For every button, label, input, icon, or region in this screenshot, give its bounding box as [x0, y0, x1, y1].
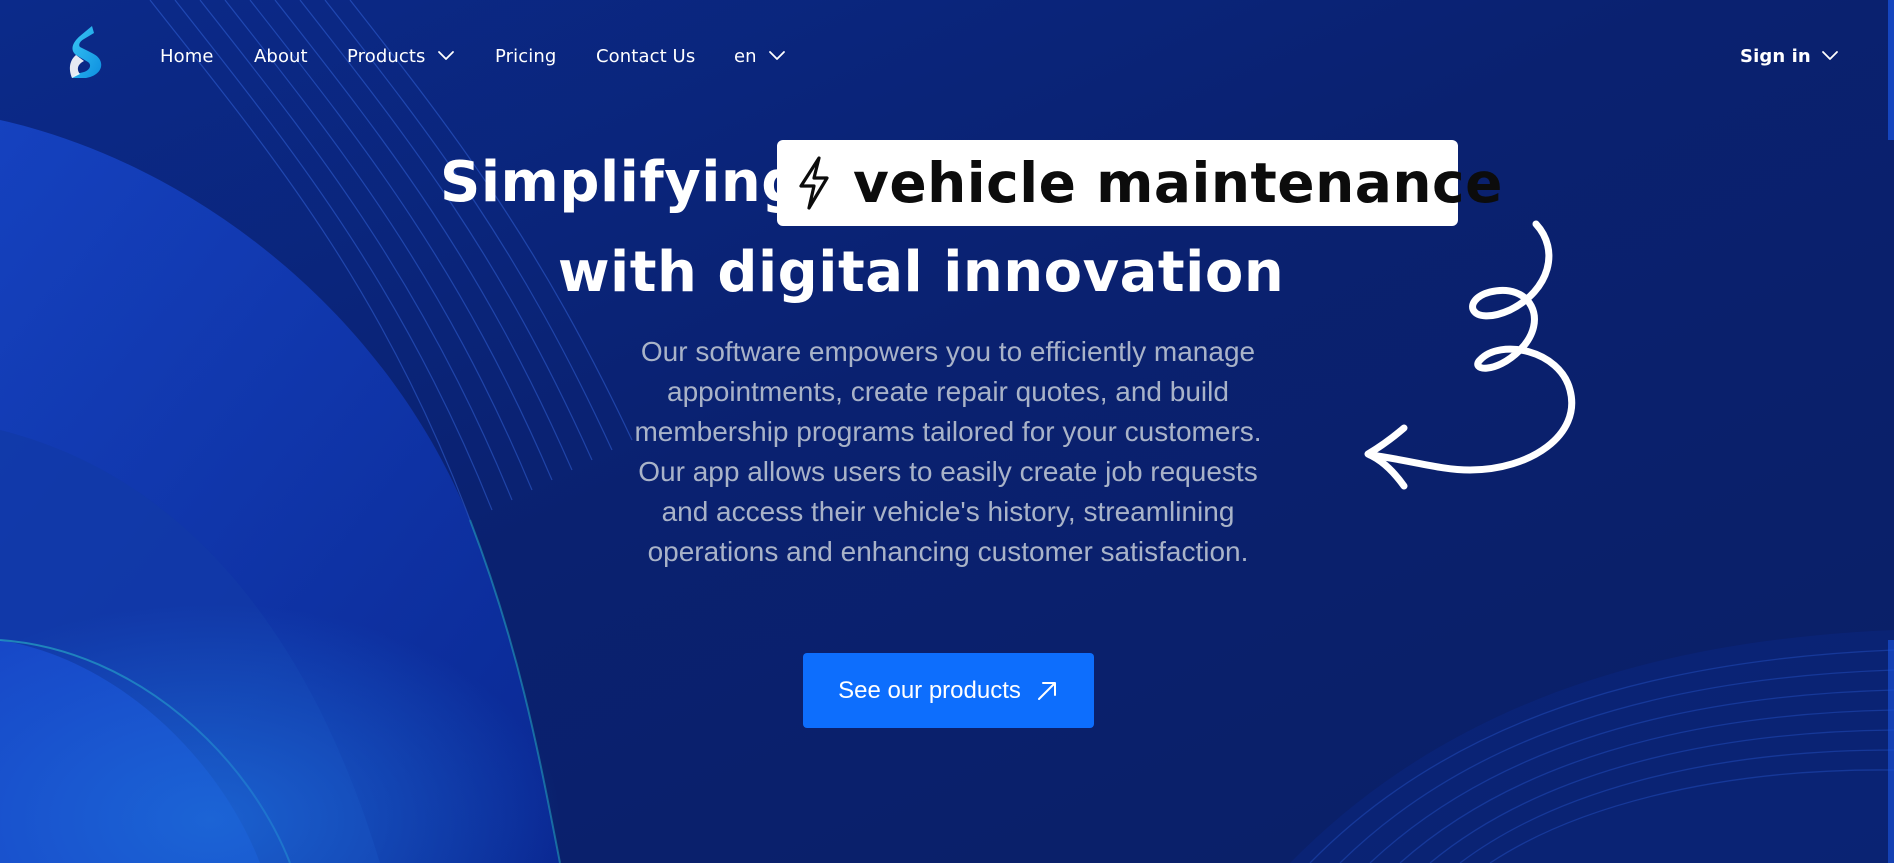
chevron-down-icon[interactable]: [437, 49, 455, 61]
lightning-bolt-icon: [799, 156, 829, 210]
see-products-button[interactable]: See our products: [803, 653, 1094, 728]
nav-home-link[interactable]: Home: [160, 46, 214, 67]
chevron-down-icon[interactable]: [768, 49, 786, 61]
curly-arrow-icon: [1364, 220, 1576, 490]
hero-title-highlight-text: vehicle maintenance: [853, 151, 1503, 215]
nav-products-link[interactable]: Products: [347, 46, 426, 67]
hero-title-line2-text: with digital innovation: [557, 240, 1285, 305]
hero-title-line1: Simplifying: [440, 140, 802, 226]
sign-in-link[interactable]: Sign in: [1740, 46, 1811, 67]
arrow-up-right-icon: [1037, 681, 1056, 700]
nav-contact-link[interactable]: Contact Us: [596, 46, 695, 67]
nav-pricing-link[interactable]: Pricing: [495, 46, 556, 67]
hero-title-highlight: vehicle maintenance: [777, 140, 1502, 226]
hero-title-line2: with digital innovation: [0, 240, 1894, 305]
language-selector[interactable]: en: [734, 46, 757, 67]
hero-description: Our software empowers you to efficiently…: [634, 336, 1262, 567]
see-products-button-label: See our products: [838, 676, 1021, 704]
chevron-down-icon[interactable]: [1821, 49, 1839, 61]
top-navigation: Home About Products Pricing Contact Us e…: [0, 0, 1894, 115]
brand-s-logo[interactable]: [66, 24, 106, 80]
hero-title-prefix: Simplifying: [440, 150, 802, 215]
nav-about-link[interactable]: About: [254, 46, 308, 67]
